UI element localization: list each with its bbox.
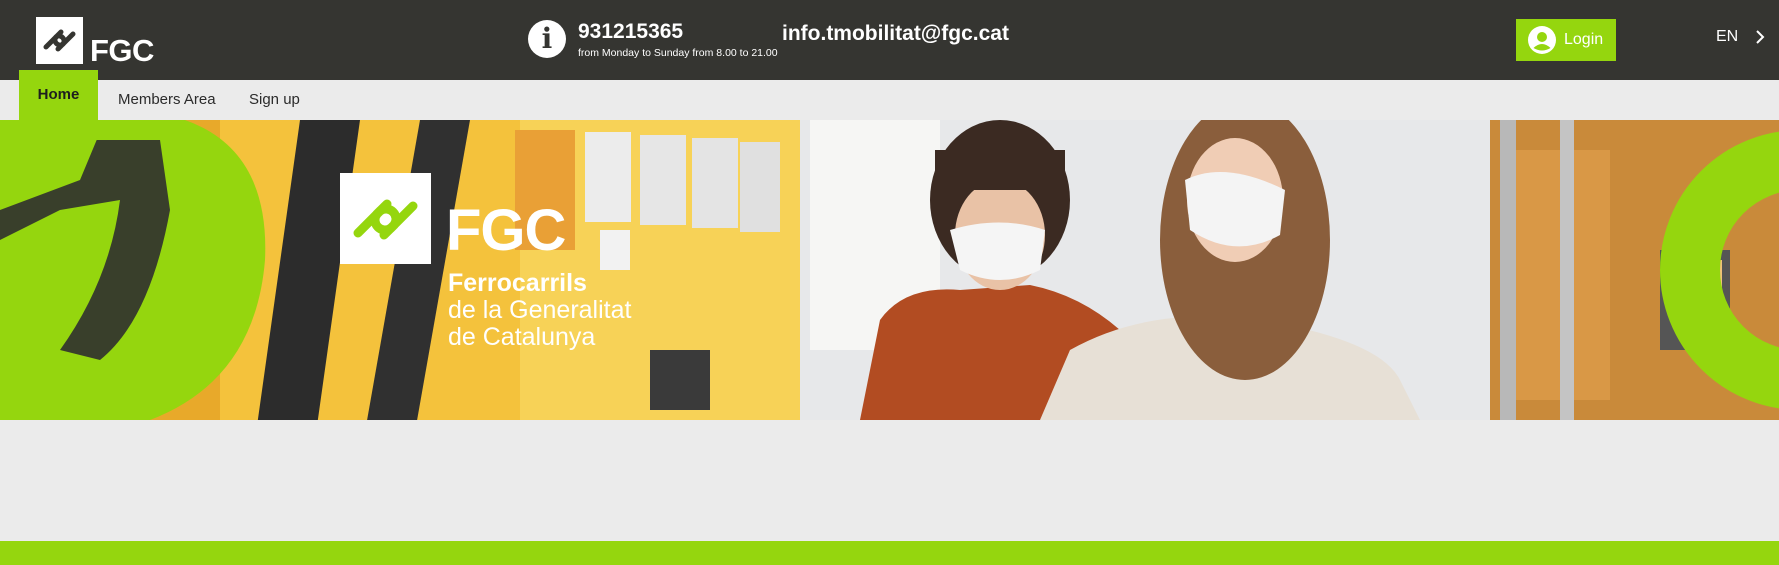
hero-logo-icon [340, 173, 431, 264]
hero-banner: FGC Ferrocarrils de la Generalitat de Ca… [0, 120, 1779, 420]
login-button[interactable]: Login [1516, 19, 1616, 61]
hero-photo [0, 120, 1779, 420]
tab-members-area[interactable]: Members Area [118, 80, 216, 120]
logo-text: FGC [90, 33, 154, 68]
user-icon [1528, 26, 1556, 54]
hero-line-1: Ferrocarrils [448, 269, 587, 297]
top-header: FGC i 931215365 from Monday to Sunday fr… [0, 0, 1779, 80]
hero-brand-text: FGC [446, 198, 566, 263]
fgc-logo[interactable]: FGC [36, 17, 154, 68]
login-label: Login [1564, 31, 1604, 48]
main-nav: Home Members Area Sign up [0, 70, 1779, 120]
hero-line-3: de Catalunya [448, 323, 596, 351]
tab-home[interactable]: Home [19, 70, 98, 120]
info-icon: i [528, 20, 566, 58]
contact-info: i 931215365 from Monday to Sunday from 8… [528, 20, 778, 60]
language-selector[interactable]: EN [1716, 28, 1768, 46]
hero-line-2: de la Generalitat [448, 296, 632, 324]
footer-strip [0, 541, 1779, 565]
chevron-right-icon [1756, 30, 1765, 44]
fgc-logo-icon [36, 17, 83, 64]
contact-email[interactable]: info.tmobilitat@fgc.cat [782, 21, 1009, 47]
hero-subtitle: Ferrocarrils de la Generalitat de Catalu… [448, 270, 631, 351]
tab-sign-up[interactable]: Sign up [249, 80, 300, 120]
phone-number[interactable]: 931215365 [578, 20, 778, 44]
opening-hours: from Monday to Sunday from 8.00 to 21.00 [578, 47, 778, 59]
language-label: EN [1716, 28, 1739, 45]
